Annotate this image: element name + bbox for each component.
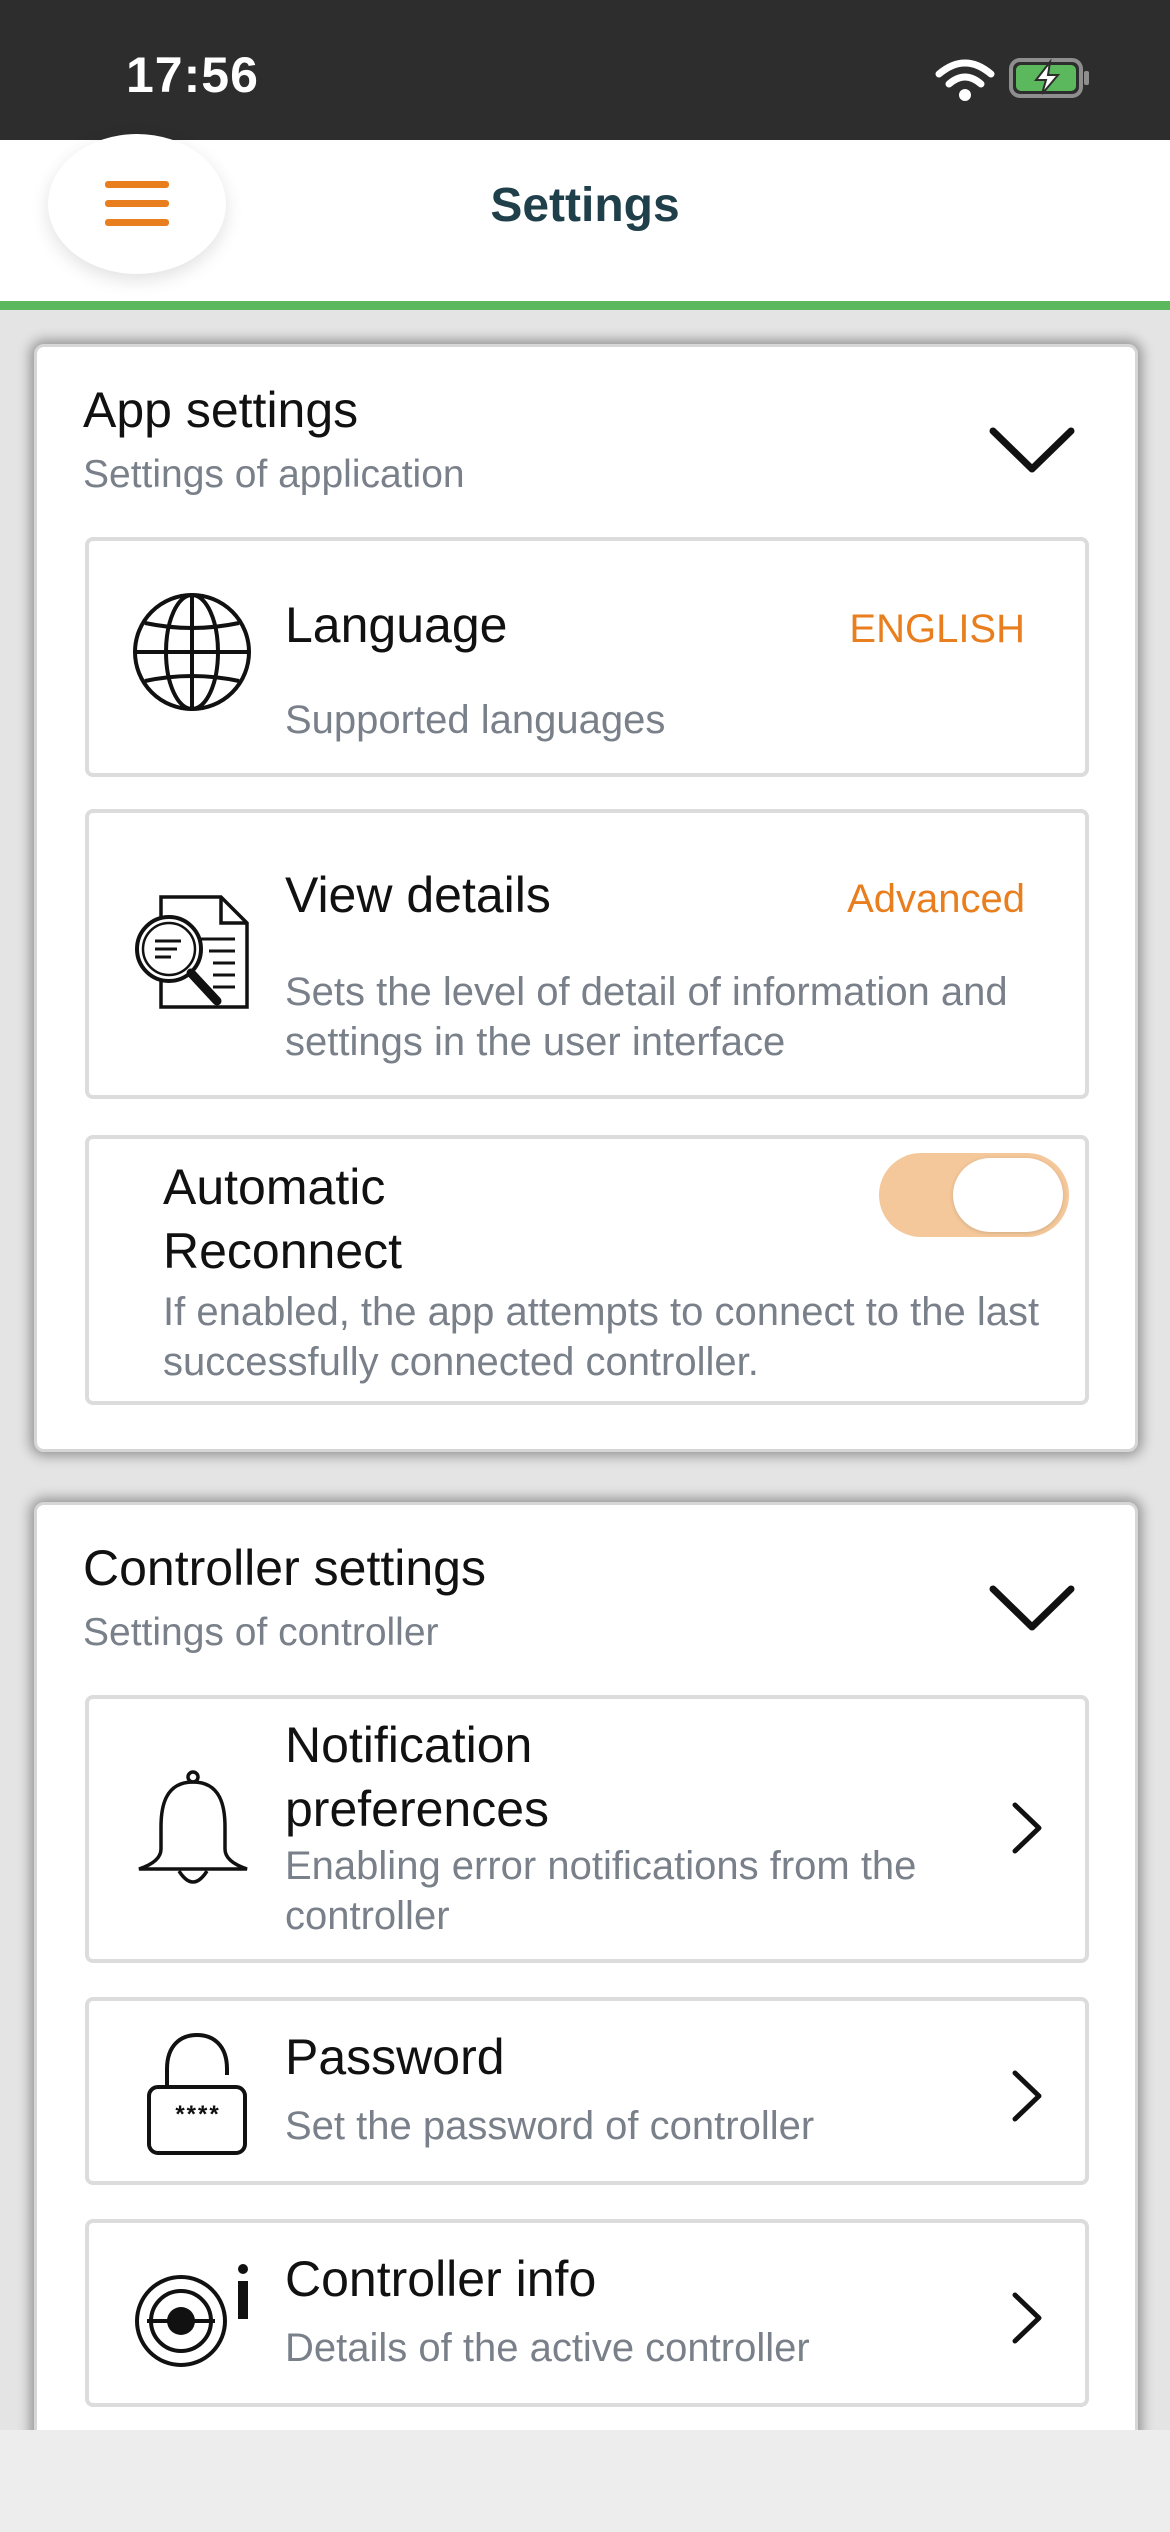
view-details-setting[interactable]: View details Advanced Sets the level of … bbox=[85, 809, 1089, 1099]
toggle-knob bbox=[953, 1158, 1063, 1232]
controller-info-setting[interactable]: Controller info Details of the active co… bbox=[85, 2219, 1089, 2407]
language-description: Supported languages bbox=[285, 698, 666, 742]
app-settings-subtitle: Settings of application bbox=[83, 453, 465, 496]
notification-preferences-setting[interactable]: Notification preferences Enabling error … bbox=[85, 1695, 1089, 1963]
notification-preferences-title: Notification preferences bbox=[285, 1717, 550, 1837]
document-search-icon bbox=[135, 895, 249, 1009]
app-settings-section: App settings Settings of application Lan… bbox=[34, 344, 1138, 1452]
bell-icon bbox=[138, 1770, 248, 1884]
password-description: Set the password of controller bbox=[285, 2104, 815, 2148]
chevron-down-icon[interactable] bbox=[987, 1581, 1077, 1637]
controller-settings-subtitle: Settings of controller bbox=[83, 1611, 439, 1654]
auto-reconnect-description: If enabled, the app attempts to connect … bbox=[163, 1290, 1040, 1384]
controller-info-description: Details of the active controller bbox=[285, 2326, 810, 2370]
app-settings-title: App settings bbox=[83, 382, 359, 438]
controller-info-icon bbox=[135, 2264, 248, 2367]
password-title: Password bbox=[285, 2029, 505, 2085]
view-details-value: Advanced bbox=[847, 877, 1025, 921]
controller-settings-section: Controller settings Settings of controll… bbox=[34, 1502, 1138, 2430]
view-details-description: Sets the level of detail of information … bbox=[285, 970, 1008, 1064]
password-icon-mask: **** bbox=[175, 2101, 221, 2128]
status-bar: 17:56 bbox=[0, 0, 1170, 140]
controller-settings-title: Controller settings bbox=[83, 1540, 486, 1596]
chevron-right-icon bbox=[1012, 1802, 1042, 1854]
auto-reconnect-setting: Automatic Reconnect If enabled, the app … bbox=[85, 1135, 1089, 1405]
globe-icon bbox=[133, 593, 251, 711]
language-setting[interactable]: Language ENGLISH Supported languages bbox=[85, 537, 1089, 777]
chevron-down-icon[interactable] bbox=[987, 423, 1077, 479]
bottom-area bbox=[0, 2430, 1170, 2532]
wifi-icon bbox=[935, 59, 995, 101]
password-setting[interactable]: **** Password Set the password of contro… bbox=[85, 1997, 1089, 2185]
language-value: ENGLISH bbox=[849, 607, 1025, 651]
header-underline bbox=[0, 301, 1170, 310]
lock-password-icon bbox=[147, 2032, 247, 2155]
chevron-right-icon bbox=[1012, 2292, 1042, 2344]
chevron-right-icon bbox=[1012, 2070, 1042, 2122]
auto-reconnect-title: Automatic Reconnect bbox=[163, 1159, 403, 1279]
view-details-title: View details bbox=[285, 867, 551, 923]
settings-content[interactable]: App settings Settings of application Lan… bbox=[0, 310, 1170, 2430]
status-time: 17:56 bbox=[126, 47, 259, 103]
auto-reconnect-toggle[interactable] bbox=[879, 1153, 1069, 1237]
hamburger-menu-icon bbox=[105, 181, 169, 227]
battery-charging-icon bbox=[1009, 58, 1089, 98]
controller-info-title: Controller info bbox=[285, 2251, 597, 2307]
language-title: Language bbox=[285, 597, 508, 653]
menu-button[interactable] bbox=[48, 134, 226, 274]
notification-preferences-description: Enabling error notifications from the co… bbox=[285, 1844, 917, 1938]
